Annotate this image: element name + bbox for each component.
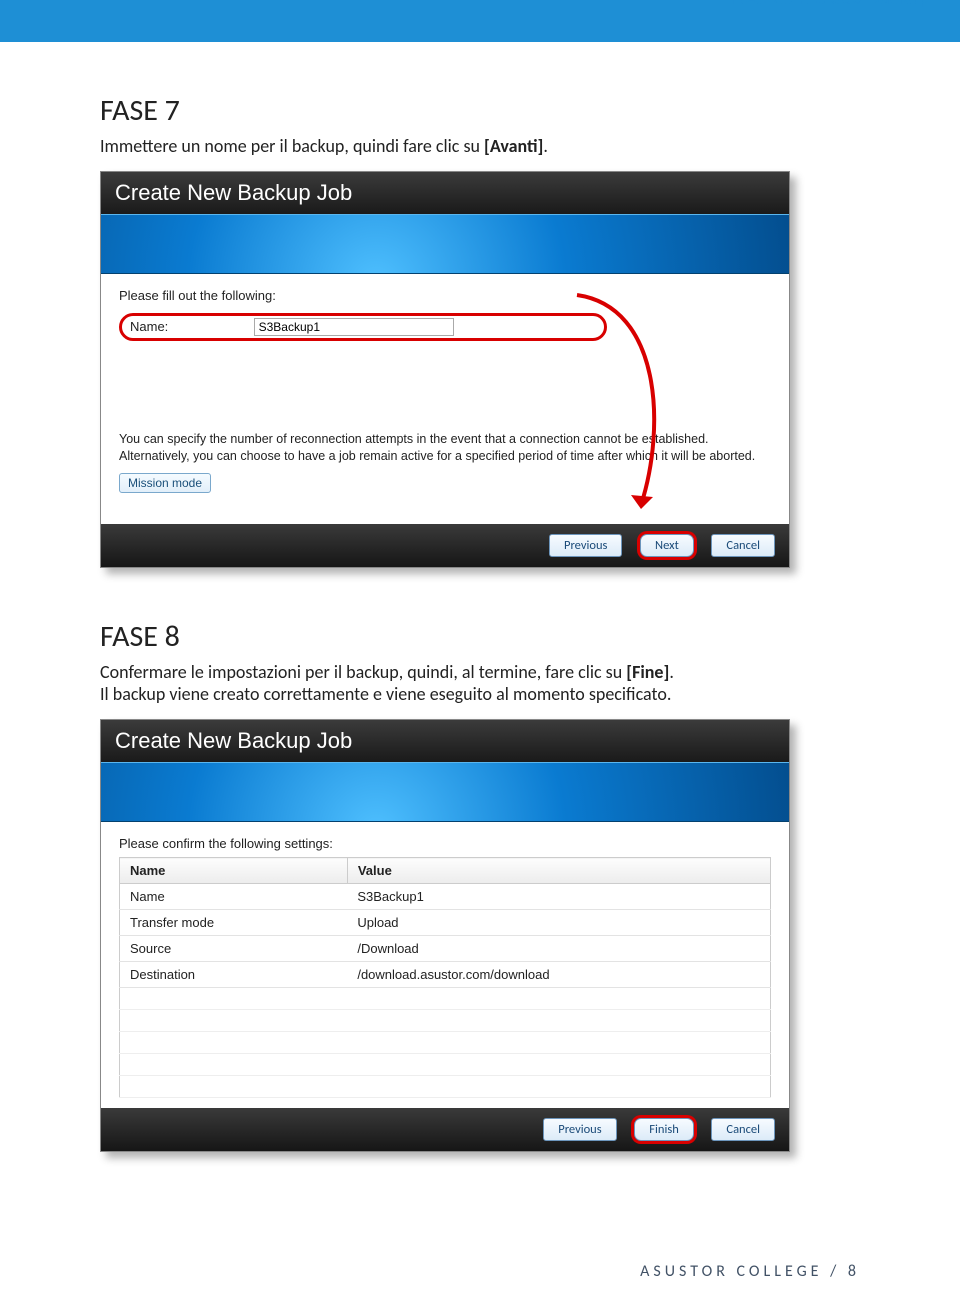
fase8-line1-pre: Confermare le impostazioni per il backup…	[100, 661, 626, 683]
fase7-heading: FASE 7	[100, 92, 860, 129]
reconnection-info: You can specify the number of reconnecti…	[119, 431, 771, 465]
dialog-create-backup-1: Create New Backup Job Please fill out th…	[100, 171, 790, 568]
cell-name: Name	[120, 884, 348, 910]
fase7-desc-bold: [Avanti]	[484, 135, 543, 157]
dialog1-body: Please fill out the following: Name: You…	[101, 274, 789, 524]
confirm-label: Please confirm the following settings:	[119, 836, 771, 851]
fase8-line1-bold: [Fine]	[626, 661, 669, 683]
cell-name: Destination	[120, 962, 348, 988]
col-name: Name	[120, 858, 348, 884]
fase7-desc-pre: Immettere un nome per il backup, quindi …	[100, 135, 484, 157]
name-row-highlight: Name:	[119, 313, 607, 341]
previous-button[interactable]: Previous	[543, 1118, 616, 1141]
col-value: Value	[347, 858, 770, 884]
table-row: NameS3Backup1	[120, 884, 771, 910]
dialog2-footer: Previous Finish Cancel	[101, 1108, 789, 1151]
finish-button[interactable]: Finish	[634, 1118, 694, 1141]
fase8-heading: FASE 8	[100, 618, 860, 655]
next-button[interactable]: Next	[640, 534, 694, 557]
settings-table: Name Value NameS3Backup1 Transfer modeUp…	[119, 857, 771, 1098]
fase8-line2: Il backup viene creato correttamente e v…	[100, 683, 671, 705]
cell-value: S3Backup1	[347, 884, 770, 910]
page-footer: ASUSTOR COLLEGE / 8	[0, 1242, 960, 1291]
name-input[interactable]	[254, 318, 454, 336]
cancel-button[interactable]: Cancel	[711, 1118, 775, 1141]
fase8-desc: Confermare le impostazioni per il backup…	[100, 661, 860, 705]
fase7-desc: Immettere un nome per il backup, quindi …	[100, 135, 860, 157]
dialog-create-backup-2: Create New Backup Job Please confirm the…	[100, 719, 790, 1152]
cell-name: Source	[120, 936, 348, 962]
cell-value: /Download	[347, 936, 770, 962]
table-row: Source/Download	[120, 936, 771, 962]
cell-value: Upload	[347, 910, 770, 936]
fase8-line1-post: .	[669, 661, 674, 683]
cell-value: /download.asustor.com/download	[347, 962, 770, 988]
dialog2-body: Please confirm the following settings: N…	[101, 822, 789, 1108]
table-row: Destination/download.asustor.com/downloa…	[120, 962, 771, 988]
dialog1-title: Create New Backup Job	[101, 172, 789, 214]
table-row	[120, 1076, 771, 1098]
dialog1-banner	[101, 214, 789, 274]
table-row	[120, 1032, 771, 1054]
table-row	[120, 1010, 771, 1032]
table-row	[120, 1054, 771, 1076]
table-row: Transfer modeUpload	[120, 910, 771, 936]
previous-button[interactable]: Previous	[549, 534, 622, 557]
dialog2-banner	[101, 762, 789, 822]
dialog2-title: Create New Backup Job	[101, 720, 789, 762]
cell-name: Transfer mode	[120, 910, 348, 936]
fill-out-label: Please fill out the following:	[119, 288, 771, 303]
name-label: Name:	[130, 319, 250, 334]
cancel-button[interactable]: Cancel	[711, 534, 775, 557]
page-header: NAS 254: Cloud Backup	[0, 0, 960, 42]
fase7-desc-post: .	[543, 135, 548, 157]
mission-mode-button[interactable]: Mission mode	[119, 473, 211, 493]
table-row	[120, 988, 771, 1010]
doc-title: NAS 254: Cloud Backup	[732, 0, 930, 10]
dialog1-footer: Previous Next Cancel	[101, 524, 789, 567]
